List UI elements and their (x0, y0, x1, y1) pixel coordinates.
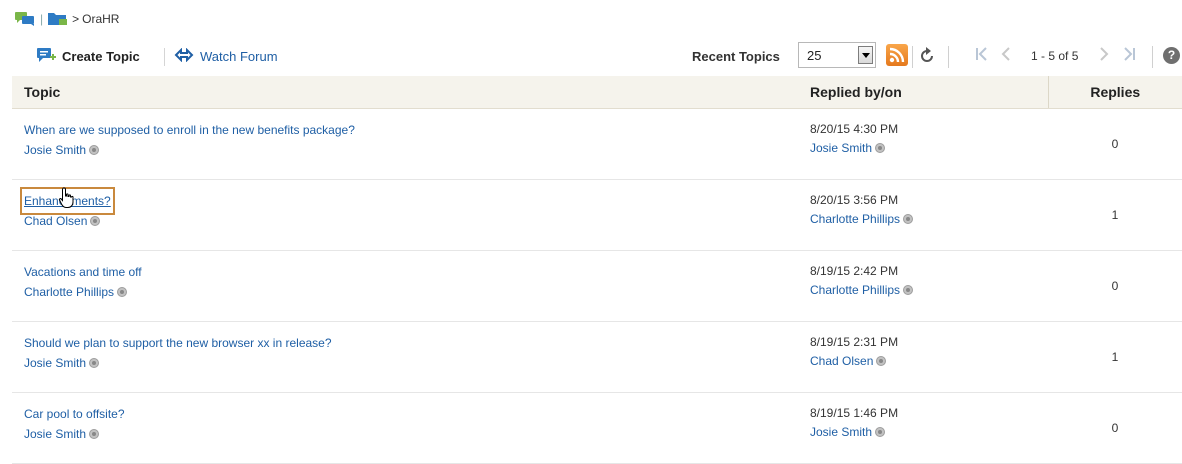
replies-count: 1 (1048, 321, 1182, 393)
topic-cell: Enhancements? Chad Olsen (12, 179, 798, 251)
presence-status-icon[interactable] (90, 215, 101, 226)
replied-cell: 8/19/15 2:31 PM Chad Olsen (798, 321, 1048, 393)
forum-toolbar: Create Topic Watch Forum Recent Topics 2… (0, 40, 1182, 72)
replies-count: 0 (1048, 250, 1182, 322)
replied-by-link[interactable]: Charlotte Phillips (810, 280, 900, 300)
topic-link[interactable]: When are we supposed to enroll in the ne… (24, 120, 355, 140)
table-row: Enhancements? Chad Olsen 8/20/15 3:56 PM… (12, 179, 1182, 251)
topic-cell: Vacations and time off Charlotte Phillip… (12, 250, 798, 322)
breadcrumb-current[interactable]: OraHR (82, 12, 119, 26)
create-topic-button[interactable]: Create Topic (36, 46, 140, 66)
presence-status-icon[interactable] (89, 144, 100, 155)
watch-arrows-icon (174, 47, 194, 65)
replied-by-link[interactable]: Chad Olsen (810, 351, 873, 371)
recent-topics-value: 25 (807, 48, 822, 63)
replied-by-link[interactable]: Josie Smith (810, 422, 872, 442)
first-page-icon[interactable] (975, 46, 989, 66)
folder-icon[interactable] (47, 10, 69, 29)
author-link[interactable]: Josie Smith (24, 353, 86, 373)
hand-pointer-icon (58, 187, 76, 212)
author-link[interactable]: Josie Smith (24, 424, 86, 444)
breadcrumb-separator: > (72, 12, 80, 26)
topic-cell: Car pool to offsite? Josie Smith (12, 392, 798, 464)
presence-status-icon[interactable] (903, 284, 914, 295)
reply-date: 8/19/15 2:31 PM (810, 335, 899, 349)
presence-status-icon[interactable] (903, 213, 914, 224)
create-topic-label: Create Topic (62, 48, 140, 64)
toolbar-separator (912, 46, 913, 68)
breadcrumb: | > OraHR (14, 10, 119, 28)
presence-status-icon[interactable] (89, 428, 100, 439)
replied-cell: 8/19/15 1:46 PM Josie Smith (798, 392, 1048, 464)
reply-date: 8/20/15 4:30 PM (810, 122, 899, 136)
topic-link[interactable]: Car pool to offsite? (24, 404, 125, 424)
presence-status-icon[interactable] (875, 142, 886, 153)
topics-table: Topic Replied by/on Replies When are we … (12, 76, 1182, 464)
recent-topics-select[interactable]: 25 (798, 42, 876, 68)
replied-cell: 8/20/15 4:30 PM Josie Smith (798, 108, 1048, 180)
table-row: Car pool to offsite? Josie Smith 8/19/15… (12, 392, 1182, 464)
replied-cell: 8/20/15 3:56 PM Charlotte Phillips (798, 179, 1048, 251)
dropdown-arrow-icon[interactable] (858, 46, 873, 64)
topic-link[interactable]: Should we plan to support the new browse… (24, 333, 332, 353)
topic-cell: When are we supposed to enroll in the ne… (12, 108, 798, 180)
author-link[interactable]: Charlotte Phillips (24, 282, 114, 302)
page-range-text: 1 - 5 of 5 (1031, 49, 1079, 63)
table-header-row: Topic Replied by/on Replies (12, 76, 1182, 109)
table-row: Vacations and time off Charlotte Phillip… (12, 250, 1182, 322)
previous-page-icon[interactable] (1000, 46, 1012, 66)
presence-status-icon[interactable] (117, 286, 128, 297)
recent-topics-label: Recent Topics (692, 49, 780, 64)
presence-status-icon[interactable] (875, 426, 886, 437)
table-row: When are we supposed to enroll in the ne… (12, 108, 1182, 180)
author-link[interactable]: Josie Smith (24, 140, 86, 160)
breadcrumb-divider: | (40, 12, 44, 26)
reply-date: 8/19/15 2:42 PM (810, 264, 899, 278)
topic-cell: Should we plan to support the new browse… (12, 321, 798, 393)
create-topic-icon (36, 46, 56, 67)
presence-status-icon[interactable] (876, 355, 887, 366)
column-header-replies[interactable]: Replies (1047, 76, 1182, 109)
toolbar-divider (164, 48, 165, 66)
watch-forum-label: Watch Forum (200, 48, 278, 64)
replies-count: 1 (1048, 179, 1182, 251)
column-header-topic[interactable]: Topic (12, 76, 798, 109)
help-icon[interactable]: ? (1163, 47, 1180, 64)
reply-date: 8/20/15 3:56 PM (810, 193, 899, 207)
replied-by-link[interactable]: Josie Smith (810, 138, 872, 158)
presence-status-icon[interactable] (89, 357, 100, 368)
chat-bubbles-icon[interactable] (14, 10, 36, 29)
rss-feed-icon[interactable] (886, 44, 908, 66)
topic-link[interactable]: Vacations and time off (24, 262, 142, 282)
watch-forum-button[interactable]: Watch Forum (174, 46, 278, 66)
table-row: Should we plan to support the new browse… (12, 321, 1182, 393)
next-page-icon[interactable] (1098, 46, 1110, 66)
refresh-icon[interactable] (918, 47, 936, 70)
toolbar-separator (948, 46, 949, 68)
replies-count: 0 (1048, 108, 1182, 180)
replies-count: 0 (1048, 392, 1182, 464)
reply-date: 8/19/15 1:46 PM (810, 406, 899, 420)
column-header-replied[interactable]: Replied by/on (798, 76, 1048, 109)
replied-by-link[interactable]: Charlotte Phillips (810, 209, 900, 229)
toolbar-separator (1152, 46, 1153, 68)
author-link[interactable]: Chad Olsen (24, 211, 87, 231)
replied-cell: 8/19/15 2:42 PM Charlotte Phillips (798, 250, 1048, 322)
last-page-icon[interactable] (1122, 46, 1136, 66)
